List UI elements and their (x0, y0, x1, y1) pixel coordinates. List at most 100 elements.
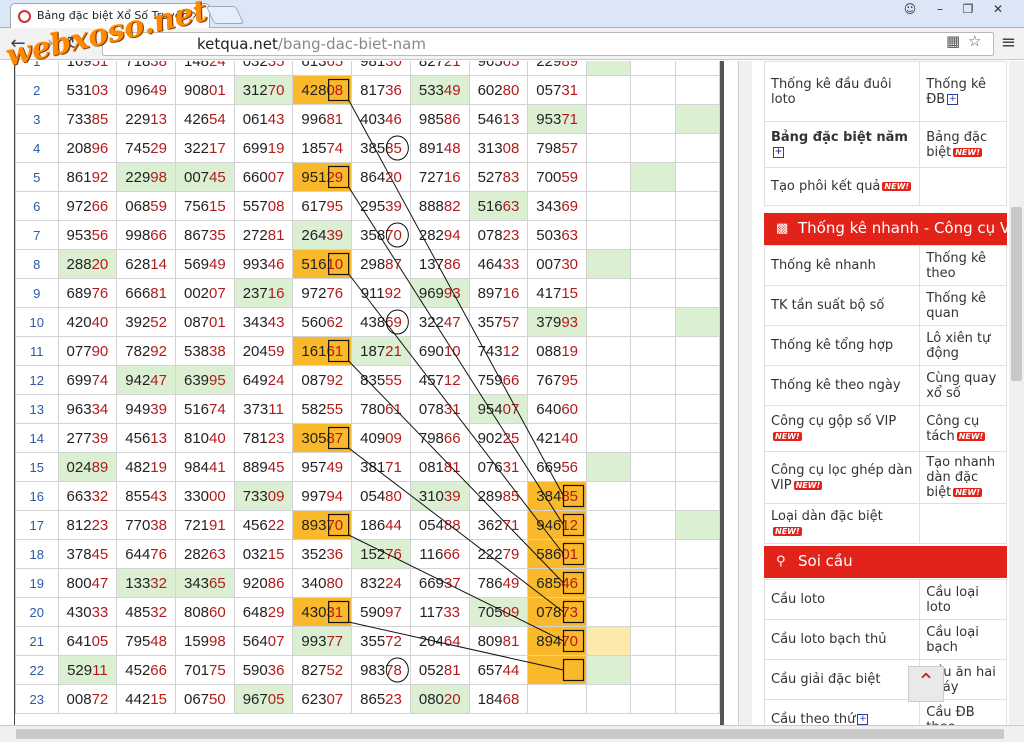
sidebar-link[interactable]: Tạo nhanh dàn đặc biệt NEW! (919, 451, 1007, 504)
sidebar-link[interactable]: Thống kê quan (919, 285, 1007, 326)
empty-cell (586, 365, 632, 395)
sidebar-link[interactable]: Công cụ gộp số VIPNEW! (763, 405, 921, 452)
empty-cell (586, 481, 632, 511)
result-cell: 66332 (57, 481, 118, 511)
empty-cell (674, 597, 721, 627)
result-cell: 68546 (527, 568, 588, 598)
result-cell: 50363 (527, 220, 588, 250)
sidebar-link[interactable]: Bảng đặc biệt NEW! (919, 121, 1007, 168)
sidebar-link[interactable]: Cầu giải đặc biệt (763, 659, 921, 700)
empty-cell (586, 191, 632, 221)
result-cell: 94247 (116, 365, 176, 395)
sidebar-link[interactable]: Thống kê theo ngày (763, 365, 921, 406)
empty-cell (630, 75, 676, 105)
sidebar-link[interactable]: Lô xiên tự động (919, 325, 1007, 366)
table-row: 13 96334 94939 51674 37311 58255 78061 07831 954… (15, 394, 721, 424)
h-scroll-thumb[interactable] (16, 729, 1004, 739)
sidebar-link[interactable]: Bảng đặc biệt năm+ (763, 121, 921, 168)
result-cell: 27739 (57, 423, 118, 453)
user-icon[interactable]: ☺ (896, 0, 924, 20)
empty-cell (586, 539, 632, 569)
table-row: 18 37845 64476 28263 03215 35236 15276 11666 222… (15, 539, 721, 569)
table-row: 9 68976 66681 00207 23716 97276 91192 96993 8971… (15, 278, 721, 308)
sidebar-link[interactable]: Cầu loto bạch thủ (763, 619, 921, 660)
result-cell: 37993 (527, 307, 588, 337)
result-cell: 29887 (351, 249, 411, 279)
result-cell: 96993 (409, 278, 470, 308)
sidebar-link[interactable]: Cầu theo thứ + (763, 699, 921, 725)
result-cell: 59036 (233, 655, 294, 685)
result-cell: 43033 (57, 597, 118, 627)
sidebar-link[interactable]: Tạo phôi kết quả NEW! (763, 167, 921, 206)
empty-cell (674, 307, 721, 337)
empty-cell (586, 133, 632, 163)
result-cell: 83224 (351, 568, 411, 598)
scroll-top-icon[interactable]: ⌃ (908, 666, 944, 702)
row-index: 6 (15, 191, 59, 221)
empty-cell (674, 162, 721, 192)
sidebar-link[interactable]: Thống kê theo (919, 245, 1007, 286)
result-cell: 20896 (57, 133, 118, 163)
result-cell: 05281 (409, 655, 470, 685)
result-cell: 40346 (351, 104, 411, 134)
empty-cell (586, 249, 632, 279)
expand-icon[interactable]: + (947, 93, 959, 105)
expand-icon[interactable]: + (857, 714, 869, 725)
minimize-icon[interactable]: – (926, 0, 954, 20)
address-bar[interactable]: ketqua.net/bang-dac-biet-nam (102, 32, 994, 56)
result-cell: 69010 (409, 336, 470, 366)
window-close-icon[interactable]: ✕ (984, 0, 1012, 20)
empty-cell (630, 423, 676, 453)
result-cell: 18644 (351, 510, 411, 540)
row-index: 8 (15, 249, 59, 279)
sidebar-link[interactable]: TK tần suất bộ số (763, 285, 921, 326)
menu-icon[interactable]: ≡ (1001, 32, 1016, 53)
sidebar-link[interactable]: Cùng quay xổ số (919, 365, 1007, 406)
result-cell: 97266 (57, 191, 118, 221)
new-badge: NEW! (882, 182, 912, 191)
sidebar-link[interactable]: Cầu loại bạch (919, 619, 1007, 660)
sidebar-link[interactable]: Thống kê tổng hợp (763, 325, 921, 366)
empty-cell (630, 597, 676, 627)
row-index: 16 (15, 481, 59, 511)
sidebar-group-quick: Thống kê nhanh Thống kê theo TK tần suất b… (763, 245, 1007, 544)
result-cell: 31039 (409, 481, 470, 511)
empty-cell (630, 365, 676, 395)
result-cell: 64829 (233, 597, 294, 627)
vertical-scrollbar[interactable] (1009, 61, 1024, 725)
result-cell: 80981 (468, 626, 529, 656)
scroll-thumb[interactable] (1011, 207, 1022, 381)
sidebar-link[interactable]: Cầu loại loto (919, 579, 1007, 620)
table-row: 17 81223 77038 72191 45622 89370 18644 05488 362… (15, 510, 721, 540)
bookmark-star-icon[interactable]: ☆ (968, 32, 981, 50)
result-cell: 22279 (468, 539, 529, 569)
section-soi-cau: ⚲ Soi cầu (764, 546, 1007, 578)
result-cell: 34369 (527, 191, 588, 221)
result-cell: 64476 (116, 539, 176, 569)
empty-cell (630, 684, 676, 714)
empty-cell (630, 249, 676, 279)
result-cell: 86735 (174, 220, 235, 250)
sidebar-link[interactable]: Công cụ lọc ghép dàn VIP NEW! (763, 451, 921, 504)
sidebar-link[interactable]: Cầu loto (763, 579, 921, 620)
result-cell: 88882 (409, 191, 470, 221)
sidebar-link[interactable]: Thống kê đầu đuôi loto (763, 61, 921, 122)
section-quick-stats: ▩ Thống kê nhanh - Công cụ VIP (764, 213, 1007, 245)
result-cell: 29539 (351, 191, 411, 221)
horizontal-scrollbar[interactable] (0, 725, 1024, 742)
sidebar-link[interactable]: Loại dàn đặc biệtNEW! (763, 503, 921, 544)
translate-icon[interactable]: ▦ (946, 32, 960, 50)
empty-cell (586, 394, 632, 424)
expand-icon[interactable]: + (773, 146, 784, 158)
empty-cell (630, 104, 676, 134)
sidebar-link[interactable]: Thống kê ĐB + (919, 61, 1007, 122)
result-cell: 45266 (116, 655, 176, 685)
row-index: 9 (15, 278, 59, 308)
sidebar-link[interactable]: Cầu ĐB theo (919, 699, 1007, 725)
sidebar-link[interactable]: Thống kê nhanh (763, 245, 921, 286)
result-cell: 08701 (174, 307, 235, 337)
restore-icon[interactable]: ❐ (954, 0, 982, 20)
sidebar-link[interactable]: Công cụ tách NEW! (919, 405, 1007, 452)
result-cell: 35870 (351, 220, 411, 250)
empty-cell (586, 655, 632, 685)
